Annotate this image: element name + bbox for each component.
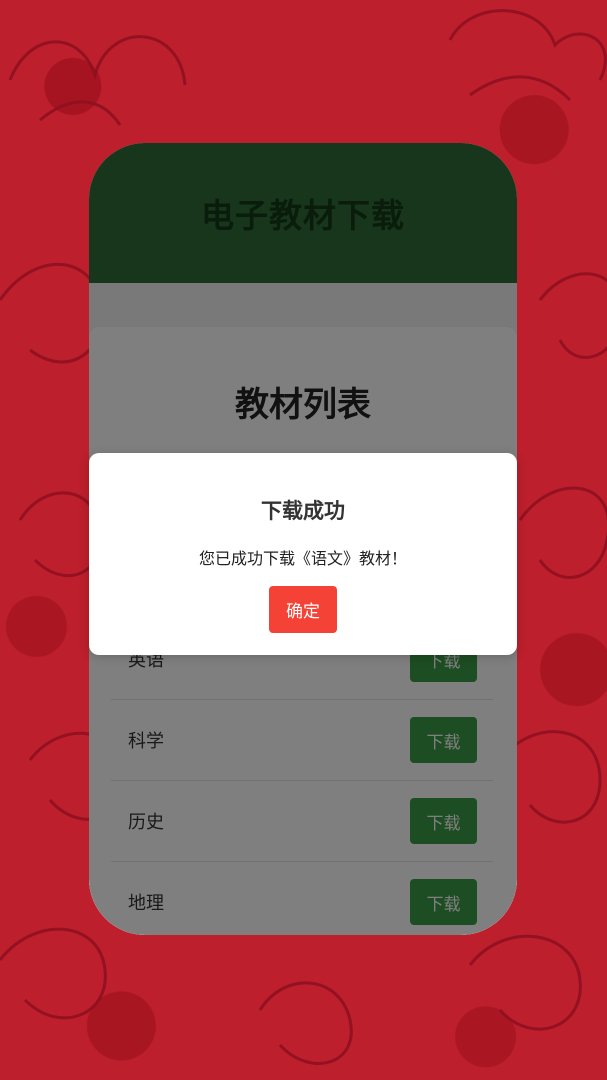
dialog-title: 下载成功 bbox=[261, 499, 345, 523]
confirm-button[interactable]: 确定 bbox=[269, 586, 337, 633]
dialog-message: 您已成功下载《语文》教材！ bbox=[198, 549, 407, 568]
success-dialog: 下载成功 您已成功下载《语文》教材！ 确定 bbox=[89, 453, 517, 655]
